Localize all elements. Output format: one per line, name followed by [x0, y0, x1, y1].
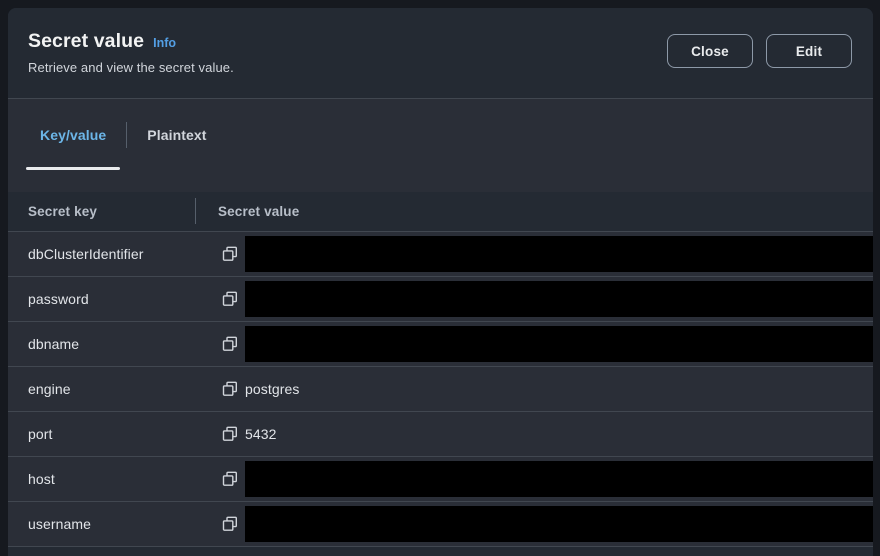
- secret-key-cell: password: [8, 291, 196, 307]
- info-link[interactable]: Info: [153, 36, 176, 50]
- tab-plaintext[interactable]: Plaintext: [127, 99, 226, 170]
- close-button[interactable]: Close: [667, 34, 753, 68]
- secret-value-text: postgres: [245, 381, 300, 397]
- copy-icon[interactable]: [222, 381, 238, 397]
- table-row: engine postgres: [8, 367, 873, 412]
- copy-icon[interactable]: [222, 471, 238, 487]
- secret-key-cell: port: [8, 426, 196, 442]
- tabs-bar: Key/value Plaintext: [8, 98, 873, 170]
- secret-key-cell: username: [8, 516, 196, 532]
- table-row: dbname: [8, 322, 873, 367]
- secret-value-cell: [196, 232, 873, 276]
- edit-button[interactable]: Edit: [766, 34, 852, 68]
- table-row: password: [8, 277, 873, 322]
- secret-table: Secret key Secret value dbClusterIdentif…: [8, 192, 873, 547]
- tab-content-spacer: [8, 170, 873, 192]
- table-row: host: [8, 457, 873, 502]
- copy-icon[interactable]: [222, 246, 238, 262]
- page-title: Secret value: [28, 30, 144, 53]
- redacted-value: [245, 461, 873, 497]
- copy-icon[interactable]: [222, 291, 238, 307]
- table-header-row: Secret key Secret value: [8, 192, 873, 232]
- copy-icon[interactable]: [222, 426, 238, 442]
- redacted-value: [245, 236, 873, 272]
- secret-value-panel: Secret value Info Retrieve and view the …: [8, 8, 873, 556]
- secret-value-cell: [196, 457, 873, 501]
- copy-icon[interactable]: [222, 336, 238, 352]
- secret-key-cell: host: [8, 471, 196, 487]
- column-header-secret-key: Secret key: [8, 204, 196, 219]
- redacted-value: [245, 281, 873, 317]
- secret-value-cell: [196, 502, 873, 546]
- secret-value-cell: [196, 322, 873, 366]
- secret-key-cell: engine: [8, 381, 196, 397]
- secret-key-cell: dbClusterIdentifier: [8, 246, 196, 262]
- tab-key-value[interactable]: Key/value: [20, 99, 126, 170]
- redacted-value: [245, 506, 873, 542]
- tab-plaintext-label: Plaintext: [147, 127, 206, 143]
- secret-value-cell: postgres: [196, 367, 873, 411]
- table-row: dbClusterIdentifier: [8, 232, 873, 277]
- secret-value-cell: 5432: [196, 412, 873, 456]
- secret-value-cell: [196, 277, 873, 321]
- panel-header: Secret value Info Retrieve and view the …: [8, 8, 873, 98]
- header-actions: Close Edit: [667, 34, 852, 68]
- redacted-value: [245, 326, 873, 362]
- table-row: port 5432: [8, 412, 873, 457]
- tab-key-value-label: Key/value: [40, 127, 106, 143]
- secret-value-text: 5432: [245, 426, 277, 442]
- table-row: username: [8, 502, 873, 547]
- secret-key-cell: dbname: [8, 336, 196, 352]
- column-header-secret-value: Secret value: [196, 204, 299, 219]
- copy-icon[interactable]: [222, 516, 238, 532]
